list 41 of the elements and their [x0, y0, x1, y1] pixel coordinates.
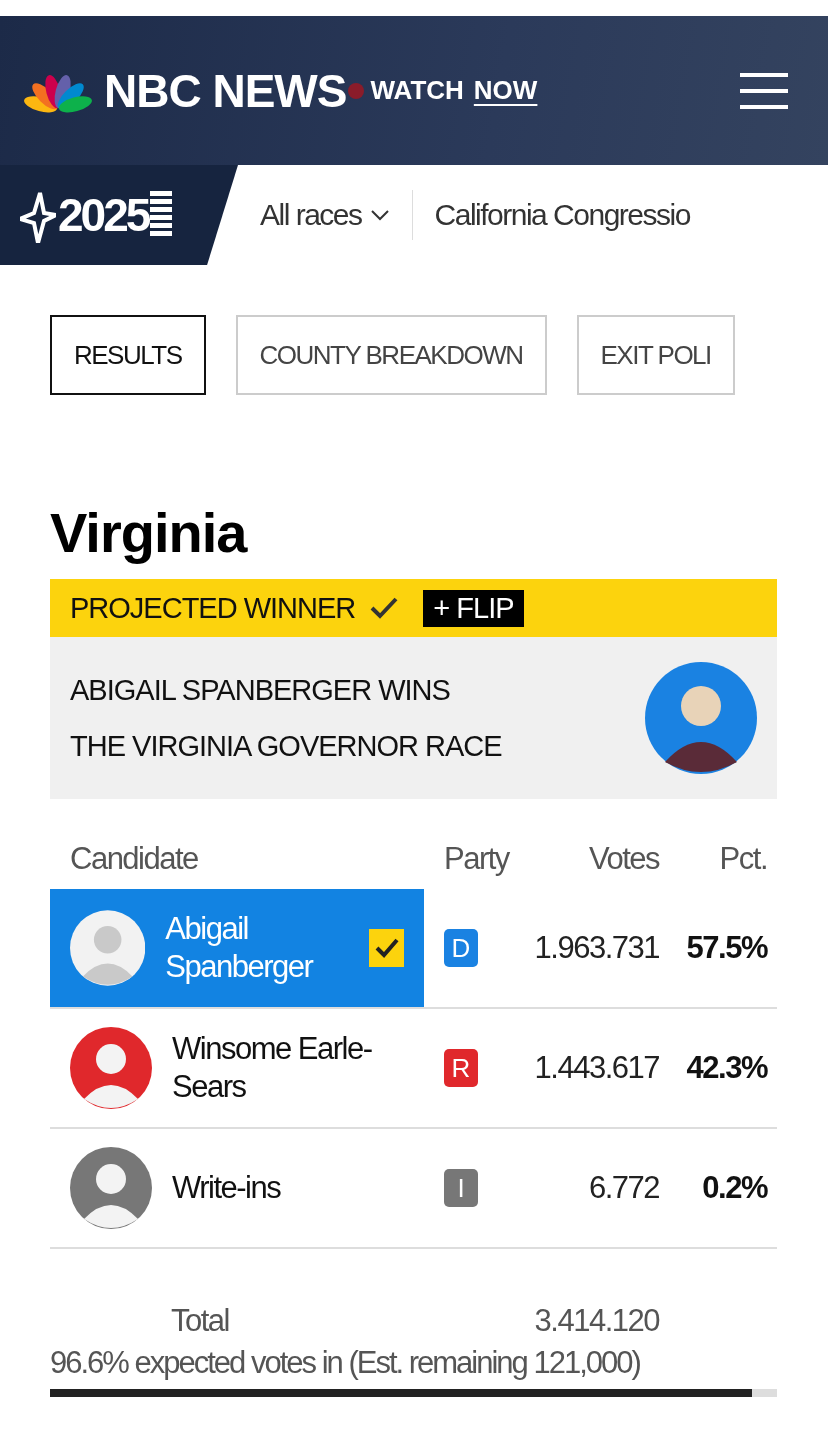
nav-item[interactable]: All races [238, 190, 412, 240]
total-label: Total [170, 1303, 230, 1339]
tab[interactable]: RESULTS [50, 315, 206, 395]
ballot-bars-icon [150, 191, 173, 239]
brand-logo[interactable]: NBC NEWS [104, 63, 347, 118]
flip-tag: + FLIP [423, 589, 524, 627]
election-badge[interactable]: 2025 [0, 165, 238, 265]
expected-votes-text: 96.6% expected votes in (Est. remaining 121,000) [50, 1345, 641, 1381]
live-dot-icon [348, 82, 365, 99]
tab[interactable]: EXIT POLI [576, 315, 735, 395]
check-icon [369, 596, 400, 620]
candidate-cell[interactable]: Write-ins [50, 1129, 424, 1249]
candidate-name: Abigail Spanberger [165, 910, 314, 986]
column-header: Pct. [718, 840, 768, 878]
chevron-down-icon [369, 209, 390, 221]
candidate-name: Write-ins [172, 1169, 282, 1207]
candidate-cell[interactable]: Abigail Spanberger [50, 889, 424, 1009]
total-votes: 3.414.120 [534, 1303, 659, 1339]
vote-count: 6.772 [588, 1170, 659, 1206]
column-header: Party [443, 840, 511, 878]
nav-item[interactable]: California Congressio [412, 190, 712, 240]
party-tag: D [444, 929, 478, 967]
vote-count: 1.443.617 [534, 1050, 659, 1086]
vote-percentage: 57.5% [686, 930, 767, 966]
candidate-cell[interactable]: Winsome Earle-Sears [50, 1009, 424, 1129]
projected-winner-label: PROJECTED WINNER [70, 591, 356, 625]
menu-icon[interactable] [740, 72, 788, 109]
year-label: 2025 [58, 188, 149, 242]
column-header: Candidate [69, 840, 199, 878]
candidate-name: Winsome Earle-Sears [172, 1030, 372, 1106]
watch-label: WATCH [370, 75, 464, 106]
watch-now-link[interactable]: NOW [473, 75, 538, 106]
tab[interactable]: COUNTY BREAKDOWN [235, 315, 547, 395]
race-title: Virginia [50, 500, 249, 566]
vote-count: 1.963.731 [534, 930, 659, 966]
vote-percentage: 42.3% [686, 1050, 767, 1086]
vote-percentage: 0.2% [702, 1170, 767, 1206]
headline-text: ABIGAIL SPANBERGER WINS THE VIRGINIA GOVERNOR RACE [70, 673, 503, 764]
party-tag: R [444, 1049, 478, 1087]
party-tag: I [444, 1169, 478, 1207]
column-header: Votes [587, 840, 659, 878]
